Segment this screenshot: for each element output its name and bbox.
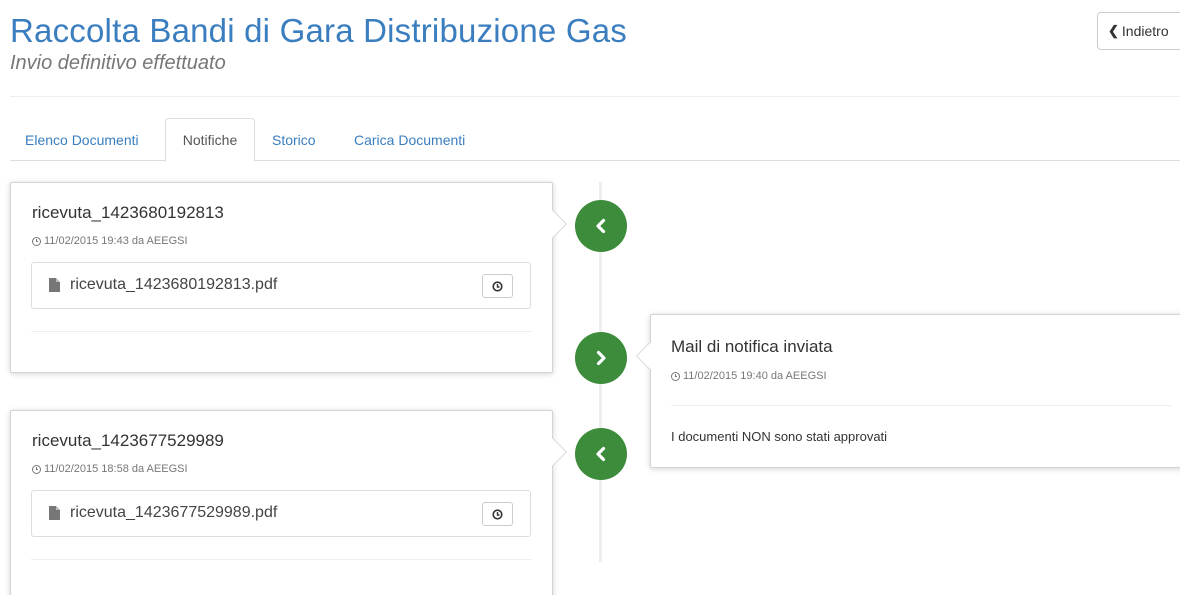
file-row[interactable]: ricevuta_1423677529989.pdf [31, 490, 531, 537]
download-button[interactable] [482, 502, 513, 526]
download-button[interactable] [482, 274, 513, 298]
panel-title: ricevuta_1423677529989 [32, 431, 224, 450]
panel-title: ricevuta_1423680192813 [32, 203, 224, 222]
clock-icon [32, 236, 41, 246]
file-icon [49, 506, 60, 520]
header-divider [10, 96, 1180, 97]
tab-bar: Elenco Documenti Notifiche Storico Caric… [10, 118, 1180, 162]
file-name: ricevuta_1423680192813.pdf [70, 276, 278, 293]
back-button-label: Indietro [1121, 23, 1169, 39]
timeline-panel: Mail di notifica inviata 11/02/2015 19:4… [636, 314, 1180, 468]
panel-meta-text: 11/02/2015 19:43 da AEEGSI [44, 235, 188, 247]
timeline-panel: ricevuta_1423680192813 11/02/2015 19:43 … [10, 182, 567, 373]
chevron-left-icon [596, 446, 606, 462]
panel-meta: 11/02/2015 18:58 da AEEGSI [32, 463, 188, 475]
panel-title: Mail di notifica inviata [671, 337, 833, 356]
panel-pointer-fill [637, 342, 651, 370]
clock-icon [492, 508, 503, 520]
timeline-badge [575, 332, 627, 384]
panel-pointer-fill [552, 438, 566, 466]
file-row[interactable]: ricevuta_1423680192813.pdf [31, 262, 531, 309]
panel-divider [671, 405, 1171, 406]
clock-icon [492, 280, 503, 292]
panel-divider [31, 559, 531, 560]
tab-notifiche[interactable]: Notifiche [165, 118, 255, 162]
page-title: Raccolta Bandi di Gara Distribuzione Gas [10, 12, 627, 49]
back-button[interactable]: ❮ Indietro [1097, 12, 1180, 50]
file-name: ricevuta_1423677529989.pdf [70, 504, 278, 521]
panel-pointer-fill [552, 210, 566, 238]
clock-icon [671, 371, 680, 381]
page-subtitle: Invio definitivo effettuato [10, 52, 226, 74]
panel-body: I documenti NON sono stati approvati [671, 429, 888, 444]
tab-carica-documenti[interactable]: Carica Documenti [354, 118, 465, 161]
page: Raccolta Bandi di Gara Distribuzione Gas… [0, 0, 1180, 595]
panel-meta-text: 11/02/2015 18:58 da AEEGSI [44, 463, 188, 475]
file-icon [49, 278, 60, 292]
panel-meta: 11/02/2015 19:43 da AEEGSI [32, 235, 188, 247]
chevron-left-icon: ❮ [1108, 23, 1119, 38]
timeline-badge [575, 428, 627, 480]
tab-elenco-documenti[interactable]: Elenco Documenti [25, 118, 139, 161]
tab-storico[interactable]: Storico [272, 118, 316, 161]
chevron-left-icon [596, 218, 606, 234]
panel-meta-text: 11/02/2015 19:40 da AEEGSI [683, 370, 827, 382]
timeline-badge [575, 200, 627, 252]
timeline-panel: ricevuta_1423677529989 11/02/2015 18:58 … [10, 410, 567, 595]
clock-icon [32, 464, 41, 474]
panel-meta: 11/02/2015 19:40 da AEEGSI [671, 370, 827, 382]
chevron-right-icon [596, 350, 606, 366]
panel-divider [31, 331, 531, 332]
